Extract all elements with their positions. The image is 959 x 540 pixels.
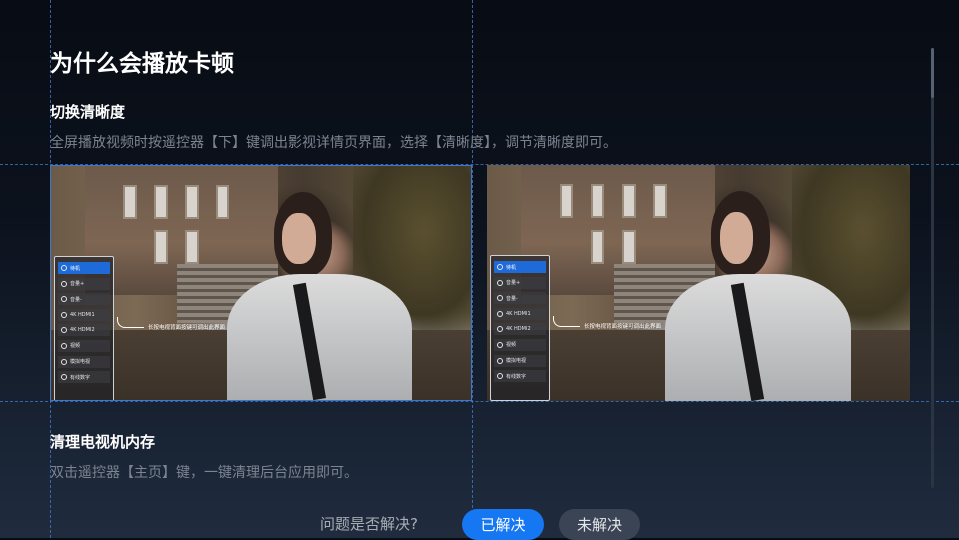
section-title-switch-quality: 切换清晰度 (50, 103, 126, 121)
volume-down-icon (61, 296, 67, 303)
scrollbar-track[interactable] (931, 48, 934, 488)
face (282, 212, 316, 265)
hdmi-icon (61, 311, 67, 318)
menu-item-analog-tv: 模拟电视 (494, 354, 546, 367)
menu-item-hdmi1: 4K HDMI1 (58, 308, 110, 321)
guide-line-horizontal (0, 401, 959, 402)
hdmi-icon (497, 326, 503, 333)
menu-item-hdmi1: 4K HDMI1 (494, 307, 546, 320)
section-title-clear-memory: 清理电视机内存 (50, 433, 156, 451)
callout: 长按电视背面按键可调出此界面 (117, 317, 226, 332)
callout-text: 长按电视背面按键可调出此界面 (148, 324, 226, 331)
menu-item-standby: 待机 (494, 261, 546, 273)
menu-item-volume-up: 音量+ (494, 276, 546, 289)
hdmi-icon (497, 310, 503, 317)
tv-side-menu: 待机 音量+ 音量- 4K HDMI1 4K HDMI2 视频 模拟电视 有线数… (54, 256, 114, 400)
callout: 长按电视背面按键可调出此界面 (553, 316, 662, 331)
power-icon (61, 265, 67, 271)
scrollbar-thumb[interactable] (931, 48, 934, 98)
cable-icon (497, 373, 503, 380)
video-icon (497, 341, 503, 348)
unresolved-button[interactable]: 未解决 (559, 509, 640, 540)
power-icon (497, 264, 503, 270)
menu-item-volume-up: 音量+ (58, 277, 110, 290)
video-icon (61, 342, 67, 349)
section-desc-switch-quality: 全屏播放视频时按遥控器【下】键调出影视详情页界面，选择【清晰度】，调节清晰度即可… (50, 135, 617, 151)
resolved-button[interactable]: 已解决 (462, 509, 544, 540)
menu-item-hdmi2: 4K HDMI2 (494, 323, 546, 336)
volume-down-icon (497, 295, 503, 302)
menu-item-standby: 待机 (58, 262, 110, 274)
menu-item-video: 视频 (58, 339, 110, 352)
menu-item-hdmi2: 4K HDMI2 (58, 324, 110, 337)
face (719, 212, 754, 265)
tv-side-menu: 待机 音量+ 音量- 4K HDMI1 4K HDMI2 视频 模拟电视 有线数… (490, 255, 550, 401)
tv-screenshot-right: 待机 音量+ 音量- 4K HDMI1 4K HDMI2 视频 模拟电视 有线数… (487, 165, 910, 401)
section-desc-clear-memory: 双击遥控器【主页】键，一键清理后台应用即可。 (50, 465, 358, 481)
menu-item-cable-digital: 有线数字 (58, 371, 110, 384)
volume-up-icon (61, 280, 67, 287)
feedback-question: 问题是否解决? (320, 515, 418, 533)
callout-arrow-icon (117, 317, 144, 328)
menu-item-volume-down: 音量- (494, 292, 546, 305)
tv-screenshot-left: 待机 音量+ 音量- 4K HDMI1 4K HDMI2 视频 模拟电视 有线数… (50, 165, 472, 401)
menu-item-cable-digital: 有线数字 (494, 370, 546, 383)
cable-icon (61, 374, 67, 381)
hdmi-icon (61, 327, 67, 334)
antenna-icon (61, 358, 67, 365)
menu-item-analog-tv: 模拟电视 (58, 355, 110, 368)
menu-item-volume-down: 音量- (58, 293, 110, 306)
callout-arrow-icon (553, 316, 580, 327)
menu-item-video: 视频 (494, 338, 546, 351)
page-title: 为什么会播放卡顿 (50, 51, 234, 77)
callout-text: 长按电视背面按键可调出此界面 (584, 323, 662, 330)
guide-line-vertical (472, 0, 473, 538)
volume-up-icon (497, 279, 503, 286)
antenna-icon (497, 357, 503, 364)
